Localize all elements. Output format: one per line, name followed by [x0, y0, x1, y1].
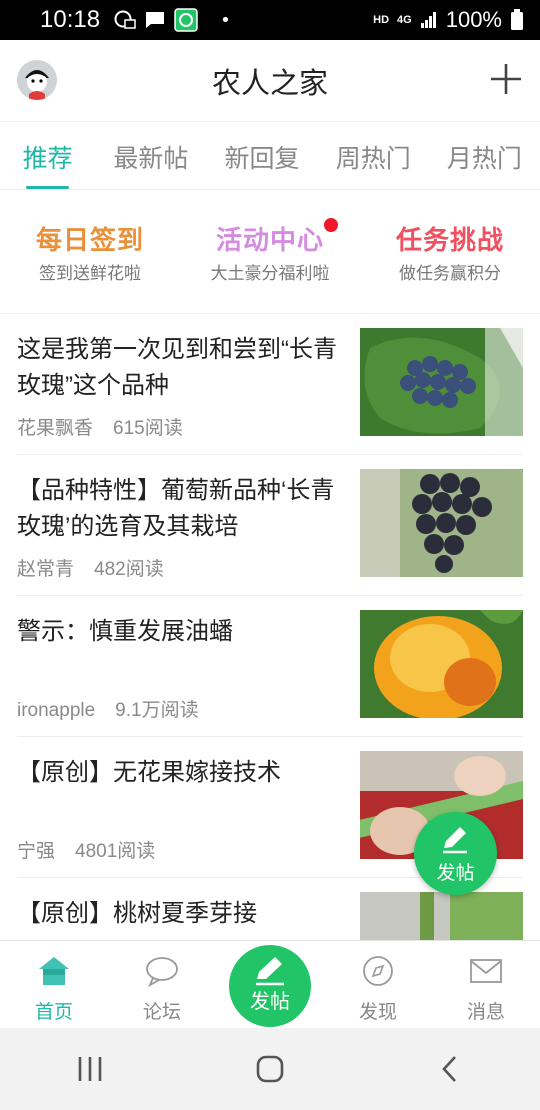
post-item[interactable]: 这是我第一次见到和尝到“长青玫瑰”这个品种 花果飘香 615阅读	[17, 314, 523, 455]
compass-icon	[361, 956, 395, 991]
nav-label: 消息	[466, 1002, 505, 1023]
plus-icon[interactable]	[489, 62, 523, 96]
nav-discover[interactable]: 发现	[324, 941, 432, 1028]
pencil-icon	[438, 822, 472, 860]
quick-subtitle: 大土豪分福利啦	[210, 264, 330, 283]
daily-checkin-button[interactable]: 每日签到 签到送鲜花啦	[0, 190, 180, 313]
home-icon	[37, 957, 71, 991]
post-fab-button[interactable]: 发帖	[414, 812, 497, 895]
post-meta: 赵常青 482阅读	[17, 554, 164, 581]
home-button-icon[interactable]	[240, 1049, 300, 1089]
activity-center-button[interactable]: 活动中心 大土豪分福利啦	[180, 190, 360, 313]
signal-type: 4G	[397, 14, 412, 26]
nav-messages[interactable]: 消息	[432, 941, 540, 1028]
system-nav-bar	[0, 1028, 540, 1110]
post-meta: 花果飘香 615阅读	[17, 413, 183, 440]
post-title: 这是我第一次见到和尝到“长青玫瑰”这个品种	[17, 336, 337, 399]
back-icon[interactable]	[420, 1049, 480, 1089]
nav-label: 发现	[358, 1002, 397, 1023]
post-title: 【原创】无花果嫁接技术	[17, 759, 281, 786]
quick-title: 任务挑战	[395, 225, 504, 255]
quick-subtitle: 做任务赢积分	[399, 264, 501, 283]
nav-center-label: 发帖	[250, 991, 290, 1013]
avatar[interactable]	[17, 60, 57, 100]
nav-forum[interactable]: 论坛	[108, 941, 216, 1028]
wechat-icon	[114, 10, 136, 30]
post-reads: 9.1万阅读	[115, 700, 199, 721]
notification-icons: •	[114, 8, 231, 32]
quick-title: 每日签到	[35, 225, 144, 255]
status-bar: 10:18 • HD 4G 100%	[0, 0, 540, 40]
post-thumbnail	[360, 469, 523, 577]
category-tabs: 推荐 最新帖 新回复 周热门 月热门	[0, 122, 540, 190]
app-header: 农人之家	[0, 40, 540, 122]
post-author: 花果飘香	[17, 418, 94, 439]
post-thumbnail	[360, 892, 523, 940]
network-type: HD	[373, 14, 390, 26]
quick-entries: 每日签到 签到送鲜花啦 活动中心 大土豪分福利啦 任务挑战 做任务赢积分	[0, 190, 540, 314]
nav-label: 首页	[34, 1002, 73, 1023]
tab-monthly-hot[interactable]: 月热门	[429, 122, 540, 189]
notification-dot	[324, 218, 338, 232]
page-title: 农人之家	[211, 67, 328, 100]
signal-icon	[420, 11, 438, 29]
tab-weekly-hot[interactable]: 周热门	[318, 122, 429, 189]
post-item[interactable]: 警示：慎重发展油蟠 ironapple 9.1万阅读	[17, 596, 523, 737]
post-item[interactable]: 【品种特性】葡萄新品种‘长青玫瑰’的选育及其栽培 赵常青 482阅读	[17, 455, 523, 596]
tab-recommend[interactable]: 推荐	[0, 122, 95, 189]
post-title: 【品种特性】葡萄新品种‘长青玫瑰’的选育及其栽培	[17, 477, 335, 540]
nav-post-button[interactable]: 发帖	[229, 945, 311, 1027]
post-reads: 482阅读	[94, 559, 164, 580]
post-author: 宁强	[17, 841, 56, 862]
recent-apps-icon[interactable]	[60, 1049, 120, 1089]
tab-new-reply[interactable]: 新回复	[206, 122, 317, 189]
tab-latest[interactable]: 最新帖	[95, 122, 206, 189]
fab-label: 发帖	[436, 863, 475, 884]
nav-label: 论坛	[142, 1002, 181, 1023]
post-reads: 4801阅读	[75, 841, 156, 862]
battery-icon	[510, 9, 524, 31]
message-icon	[144, 10, 166, 30]
post-reads: 615阅读	[113, 418, 183, 439]
more-notifications-dot: •	[220, 9, 231, 31]
post-title: 警示：慎重发展油蟠	[17, 618, 233, 645]
status-time: 10:18	[40, 6, 101, 33]
post-thumbnail	[360, 328, 523, 436]
task-challenge-button[interactable]: 任务挑战 做任务赢积分	[360, 190, 540, 313]
post-meta: ironapple 9.1万阅读	[17, 695, 199, 722]
post-author: ironapple	[17, 700, 96, 721]
quick-subtitle: 签到送鲜花啦	[39, 264, 141, 283]
status-right: HD 4G 100%	[373, 7, 524, 33]
nav-home[interactable]: 首页	[0, 941, 108, 1028]
post-title: 【原创】桃树夏季芽接	[17, 900, 257, 927]
chat-icon	[145, 957, 179, 991]
post-meta: 宁强 4801阅读	[17, 836, 155, 863]
post-author: 赵常青	[17, 559, 75, 580]
post-thumbnail	[360, 610, 523, 718]
battery-percent: 100%	[445, 7, 502, 32]
app-badge-icon	[174, 8, 198, 32]
mail-icon	[469, 959, 503, 991]
